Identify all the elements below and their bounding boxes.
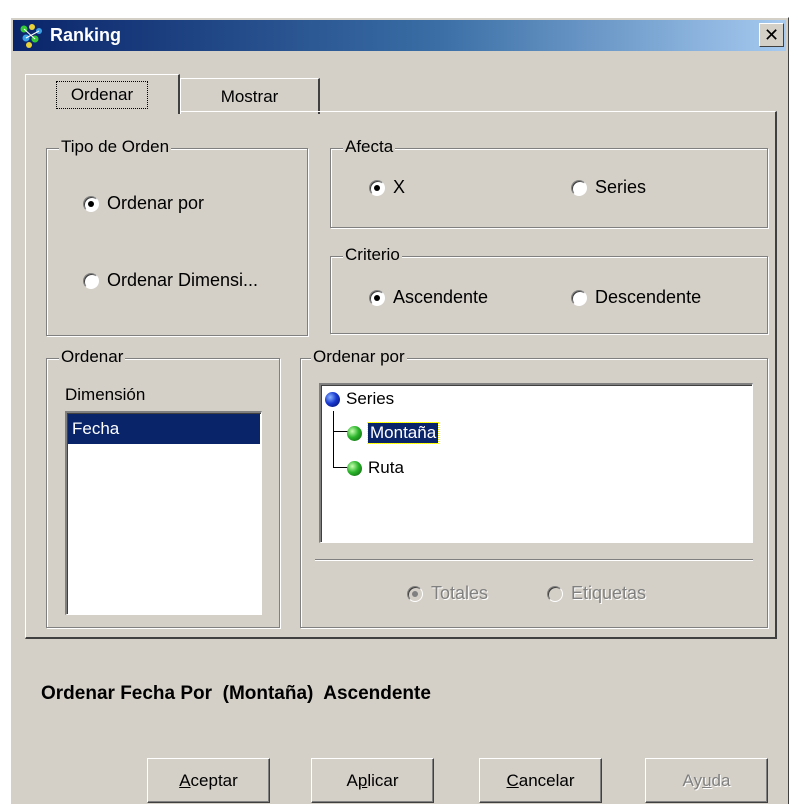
radio-indicator [83, 272, 99, 289]
list-item[interactable]: Fecha [68, 414, 260, 444]
radio-totales[interactable]: Totales [407, 583, 488, 604]
radio-ordenar-dimension[interactable]: Ordenar Dimensi... [83, 270, 258, 291]
tree-node-series[interactable]: Series [325, 389, 394, 409]
radio-indicator [571, 179, 587, 196]
tree-node-label: Montaña [366, 422, 440, 444]
window-title: Ranking [50, 25, 122, 45]
aplicar-button[interactable]: Ap licar [311, 758, 434, 803]
group-ordenar-title: Ordenar [59, 347, 126, 367]
radio-indicator [369, 289, 385, 306]
radio-indicator [407, 585, 423, 602]
radio-indicator [369, 179, 385, 196]
tab-ordenar[interactable]: Ordenar [25, 74, 180, 114]
radio-series-label: Series [595, 177, 647, 197]
close-button[interactable]: ✕ [759, 23, 784, 47]
radio-ascendente[interactable]: Ascendente [369, 287, 488, 308]
cancelar-button[interactable]: Cancelar [479, 758, 602, 803]
ayuda-button[interactable]: Ay u da [645, 758, 768, 803]
group-ordenar-por-title: Ordenar por [311, 347, 407, 367]
measure-node-icon [347, 460, 362, 476]
radio-ordenar-por-label: Ordenar por [107, 193, 205, 213]
group-afecta: Afecta X Series [330, 137, 768, 228]
group-ordenar-por: Ordenar por Series Montaña Ruta Totales … [300, 347, 768, 628]
separator [315, 559, 753, 561]
tree-node-label: Series [346, 389, 395, 408]
tab-ordenar-label: Ordenar [55, 80, 149, 109]
measure-node-icon [347, 425, 362, 441]
group-afecta-title: Afecta [343, 137, 396, 157]
dimension-header: Dimensión [65, 385, 146, 404]
tab-panel-ordenar: Tipo de Orden Ordenar por Ordenar Dimens… [25, 111, 777, 639]
tab-mostrar[interactable]: Mostrar [180, 78, 320, 114]
group-criterio: Criterio Ascendente Descendente [330, 245, 768, 334]
radio-etiquetas-label: Etiquetas [571, 583, 647, 603]
ordenar-por-tree[interactable]: Series Montaña Ruta [319, 383, 753, 543]
ranking-dialog: Ranking ✕ Ordenar Mostrar Tipo de Orden … [10, 17, 789, 804]
group-criterio-title: Criterio [343, 245, 402, 265]
radio-descendente-label: Descendente [595, 287, 702, 307]
tree-node-ruta[interactable]: Ruta [347, 458, 404, 478]
radio-series[interactable]: Series [571, 177, 646, 198]
group-tipo-de-orden: Tipo de Orden Ordenar por Ordenar Dimens… [46, 137, 308, 336]
radio-ordenar-por[interactable]: Ordenar por [83, 193, 204, 214]
radio-etiquetas[interactable]: Etiquetas [547, 583, 646, 604]
radio-x[interactable]: X [369, 177, 405, 198]
title-bar[interactable]: Ranking ✕ [13, 20, 786, 51]
radio-totales-label: Totales [431, 583, 489, 603]
status-summary: Ordenar Fecha Por (Montaña) Ascendente [41, 683, 431, 704]
tree-node-label: Ruta [368, 458, 404, 477]
app-icon [18, 23, 46, 49]
radio-descendente[interactable]: Descendente [571, 287, 701, 308]
close-icon: ✕ [763, 24, 780, 45]
group-tipo-de-orden-title: Tipo de Orden [59, 137, 172, 157]
radio-ordenar-dimension-label: Ordenar Dimensi... [107, 270, 259, 290]
radio-indicator [83, 195, 99, 212]
series-node-icon [325, 391, 340, 407]
tab-mostrar-label: Mostrar [220, 86, 279, 106]
tree-connector [333, 411, 334, 467]
group-ordenar: Ordenar Dimensión Fecha [46, 347, 280, 628]
radio-x-label: X [393, 177, 406, 197]
aceptar-button[interactable]: Aceptar [147, 758, 270, 803]
tree-node-montana[interactable]: Montaña [347, 422, 440, 444]
dimension-list[interactable]: Fecha [65, 411, 262, 615]
radio-indicator [547, 585, 563, 602]
radio-indicator [571, 289, 587, 306]
radio-ascendente-label: Ascendente [393, 287, 489, 307]
